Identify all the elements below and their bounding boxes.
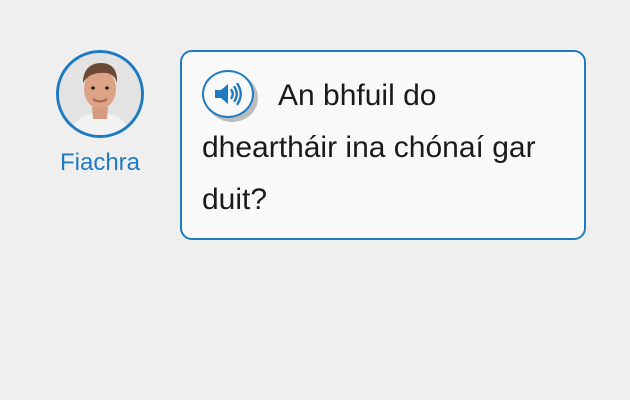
exercise-area: Fiachra An bhfuil do dheartháir ina chón… — [0, 0, 630, 400]
speech-bubble: An bhfuil do dheartháir ina chónaí gar d… — [180, 50, 586, 240]
avatar — [56, 50, 144, 138]
speaker: Fiachra — [52, 50, 148, 177]
speaker-name: Fiachra — [59, 149, 141, 176]
prompt-sentence: An bhfuil do dheartháir ina chónaí gar d… — [202, 79, 536, 216]
person-photo-icon — [59, 53, 141, 135]
